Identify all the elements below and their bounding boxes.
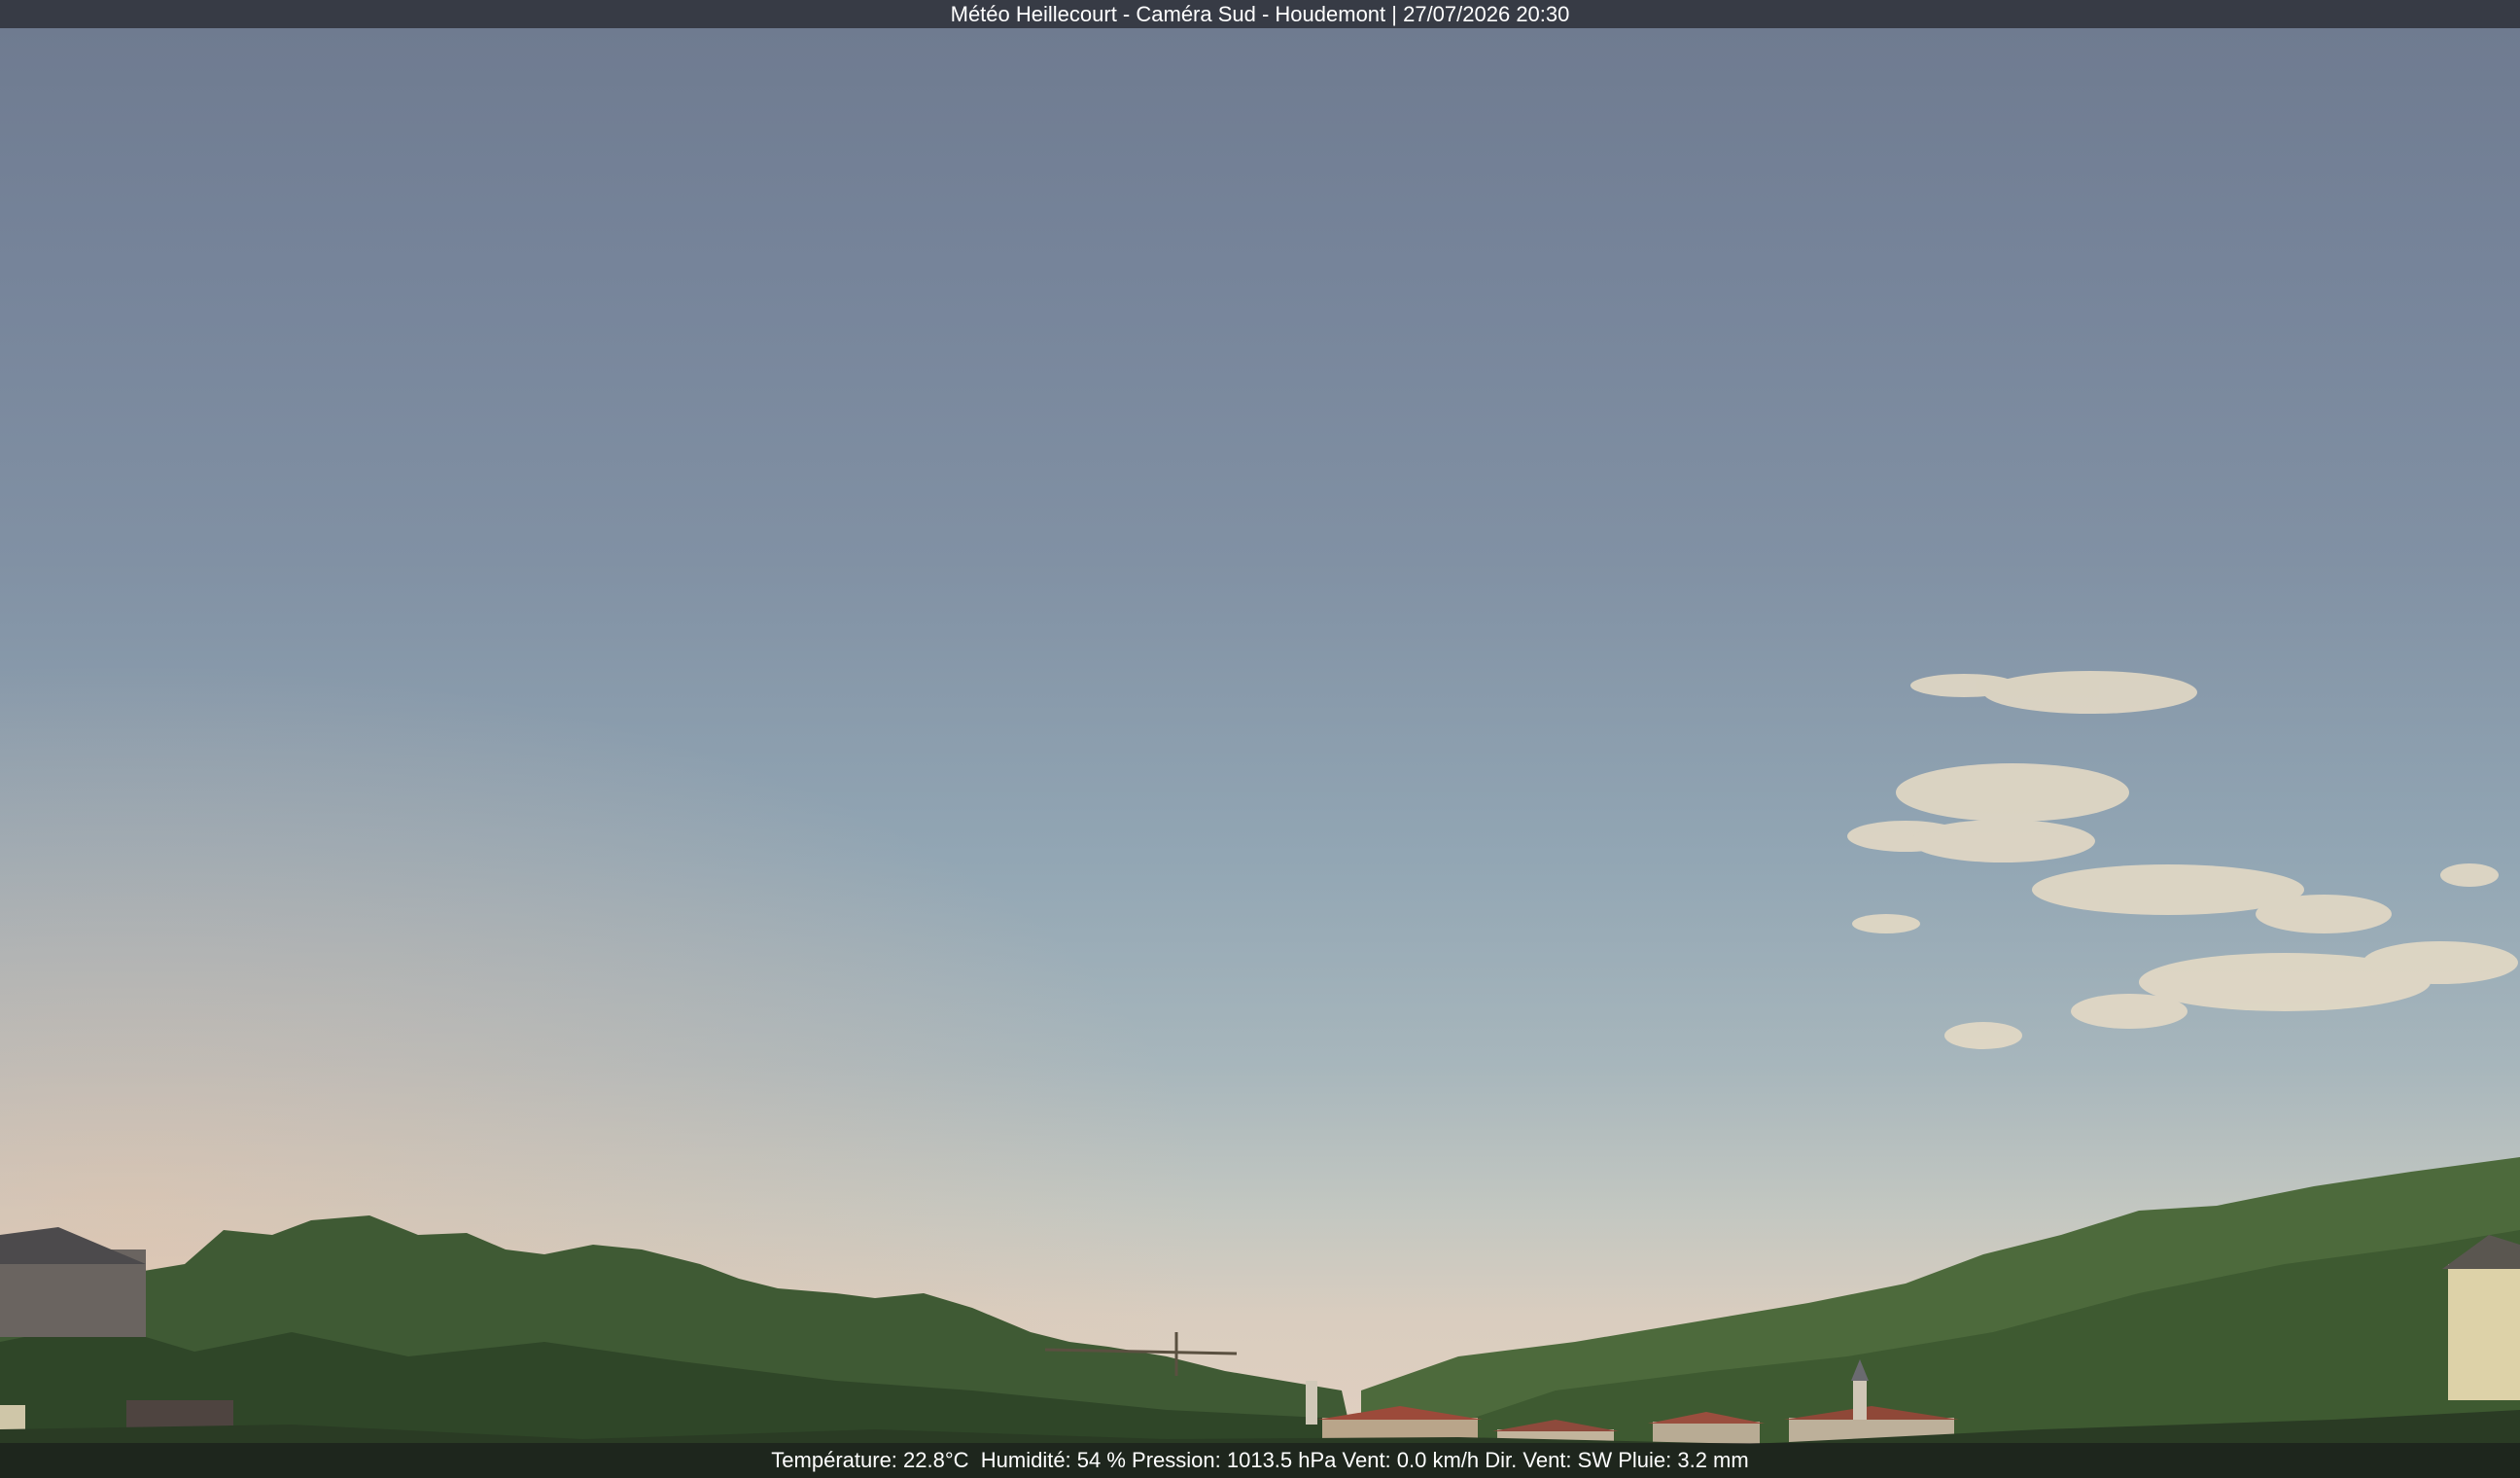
cloud: [1983, 671, 2197, 714]
weather-readings: Température: 22.8°C Humidité: 54 % Press…: [771, 1448, 1749, 1472]
landscape-scene: [0, 671, 2520, 1478]
cloud: [1852, 914, 1920, 933]
cloud: [2256, 895, 2392, 933]
cloud: [2362, 941, 2518, 984]
camera-title: Météo Heillecourt - Caméra Sud - Houdemo…: [950, 1, 1570, 26]
cloud: [1944, 1022, 2022, 1049]
camera-title-bar: Météo Heillecourt - Caméra Sud - Houdemo…: [0, 0, 2520, 28]
cloud: [1910, 674, 2017, 697]
webcam-frame: Météo Heillecourt - Caméra Sud - Houdemo…: [0, 0, 2520, 1478]
clouds: [1847, 671, 2518, 1049]
cloud: [2071, 994, 2188, 1029]
house-right: [2448, 1264, 2520, 1400]
cloud: [1910, 820, 2095, 862]
cloud: [2440, 863, 2499, 887]
church-tower: [1853, 1381, 1867, 1420]
roof: [0, 1227, 146, 1264]
cloud: [1896, 763, 2129, 822]
weather-status-bar: Température: 22.8°C Humidité: 54 % Press…: [0, 1443, 2520, 1478]
church-tower: [1306, 1381, 1317, 1425]
